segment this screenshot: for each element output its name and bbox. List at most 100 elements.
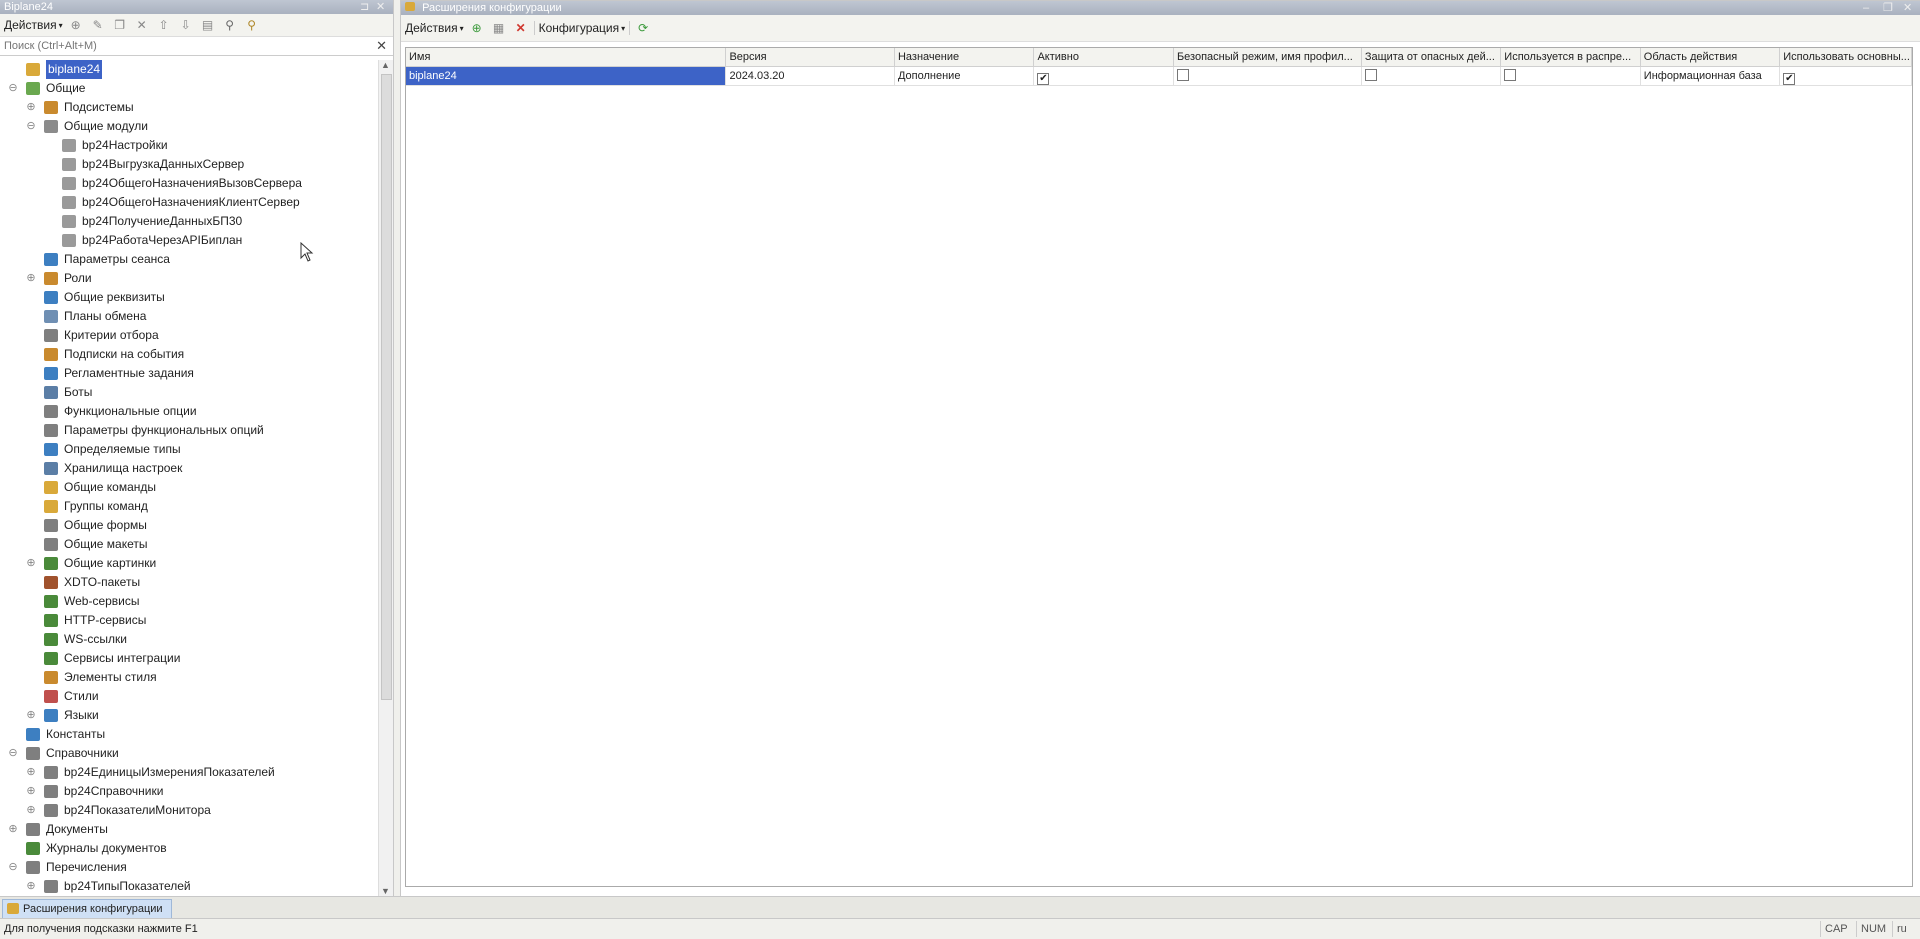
tree-item[interactable]: Регламентные задания: [0, 364, 380, 383]
tree-item[interactable]: Сервисы интеграции: [0, 649, 380, 668]
scroll-thumb[interactable]: [381, 74, 392, 700]
expand-icon[interactable]: ⊕: [26, 269, 36, 288]
window-close-icon[interactable]: ✕: [1903, 1, 1912, 15]
expand-icon[interactable]: ⊕: [26, 98, 36, 117]
tree-item[interactable]: ⊕ Документы: [0, 820, 380, 839]
clear-filter-icon[interactable]: ⚲: [243, 17, 261, 33]
tree-item[interactable]: ⊕ bp24ПоказателиМонитора: [0, 801, 380, 820]
tree-item[interactable]: Подписки на события: [0, 345, 380, 364]
scroll-down-icon[interactable]: ▼: [381, 886, 390, 896]
column-header[interactable]: Защита от опасных дей...: [1362, 48, 1502, 66]
tree-item[interactable]: bp24ОбщегоНазначенияВызовСервера: [0, 174, 380, 193]
tree-item[interactable]: bp24ПолучениеДанныхБП30: [0, 212, 380, 231]
scope-cell[interactable]: Информационная база: [1641, 67, 1781, 85]
move-up-icon[interactable]: ⇧: [155, 17, 173, 33]
column-header[interactable]: Версия: [726, 48, 895, 66]
checkbox-unchecked[interactable]: [1364, 69, 1377, 81]
search-input[interactable]: [0, 37, 366, 55]
collapse-icon[interactable]: ⊖: [8, 79, 18, 98]
tree-item[interactable]: Боты: [0, 383, 380, 402]
active-cell[interactable]: ✔: [1034, 67, 1174, 85]
tree-item[interactable]: Группы команд: [0, 497, 380, 516]
refresh-icon[interactable]: ⟳: [634, 20, 652, 36]
collapse-icon[interactable]: ⊖: [8, 858, 18, 877]
tree-item[interactable]: ⊖ Общие: [0, 79, 380, 98]
move-down-icon[interactable]: ⇩: [177, 17, 195, 33]
add-extension-icon[interactable]: ⊕: [468, 20, 486, 36]
tree-item[interactable]: Общие формы: [0, 516, 380, 535]
protection-cell[interactable]: [1362, 67, 1502, 85]
tree-item[interactable]: ⊕ bp24ЕдиницыИзмеренияПоказателей: [0, 763, 380, 782]
version-cell[interactable]: 2024.03.20: [726, 67, 895, 85]
tree-item[interactable]: XDTO-пакеты: [0, 573, 380, 592]
column-header[interactable]: Имя: [406, 48, 727, 66]
tree-item[interactable]: bp24РаботаЧерезAPIБиплан: [0, 231, 380, 250]
tree-item[interactable]: Общие реквизиты: [0, 288, 380, 307]
add-icon[interactable]: ⊕: [67, 17, 85, 33]
configuration-menu-button[interactable]: Конфигурация ▾: [539, 21, 626, 35]
minimize-icon[interactable]: –: [1863, 1, 1869, 15]
safe-mode-cell[interactable]: [1174, 67, 1362, 85]
column-header[interactable]: Безопасный режим, имя профил...: [1174, 48, 1362, 66]
tree-item[interactable]: ⊕ Подсистемы: [0, 98, 380, 117]
pin-icon[interactable]: ⊐: [360, 0, 369, 14]
properties-icon[interactable]: ▦: [490, 20, 508, 36]
edit-icon[interactable]: ✎: [89, 17, 107, 33]
tree-item[interactable]: Общие команды: [0, 478, 380, 497]
used-in-dist-cell[interactable]: [1501, 67, 1641, 85]
tree-item[interactable]: Журналы документов: [0, 839, 380, 858]
column-header[interactable]: Область действия: [1641, 48, 1781, 66]
tree-item[interactable]: bp24ОбщегоНазначенияКлиентСервер: [0, 193, 380, 212]
delete-extension-icon[interactable]: ✕: [512, 20, 530, 36]
tree-item[interactable]: Планы обмена: [0, 307, 380, 326]
checkbox-unchecked[interactable]: [1176, 69, 1189, 81]
filter-icon[interactable]: ⚲: [221, 17, 239, 33]
tree-item[interactable]: Параметры функциональных опций: [0, 421, 380, 440]
tree-item[interactable]: ⊕ Роли: [0, 269, 380, 288]
tree-item[interactable]: Хранилища настроек: [0, 459, 380, 478]
column-header[interactable]: Используется в распре...: [1501, 48, 1641, 66]
expand-icon[interactable]: ⊕: [26, 554, 36, 573]
tree-item[interactable]: Функциональные опции: [0, 402, 380, 421]
expand-icon[interactable]: ⊕: [26, 877, 36, 893]
scroll-up-icon[interactable]: ▲: [381, 60, 390, 70]
collapse-icon[interactable]: ⊖: [8, 744, 18, 763]
column-header[interactable]: Активно: [1034, 48, 1174, 66]
tree-item[interactable]: ⊖ Перечисления: [0, 858, 380, 877]
actions-menu-button[interactable]: Действия ▾: [4, 18, 63, 32]
tree-item[interactable]: Общие макеты: [0, 535, 380, 554]
tree-item[interactable]: Определяемые типы: [0, 440, 380, 459]
table-row[interactable]: biplane24 2024.03.20 Дополнение ✔ Информацио…: [406, 67, 1912, 86]
name-cell[interactable]: biplane24: [406, 67, 727, 85]
checkbox-checked[interactable]: ✔: [1783, 73, 1796, 85]
delete-icon[interactable]: ✕: [133, 17, 151, 33]
expand-icon[interactable]: ⊕: [26, 801, 36, 820]
collapse-icon[interactable]: ⊖: [26, 117, 36, 136]
tree-item[interactable]: Критерии отбора: [0, 326, 380, 345]
clear-search-icon[interactable]: ✕: [376, 38, 387, 54]
expand-icon[interactable]: ⊕: [26, 763, 36, 782]
tree-item[interactable]: biplane24: [0, 60, 380, 79]
copy-icon[interactable]: ❐: [111, 17, 129, 33]
column-header[interactable]: Назначение: [895, 48, 1035, 66]
tree-item[interactable]: ⊕ bp24ТипыПоказателей: [0, 877, 380, 893]
tree-item[interactable]: HTTP-сервисы: [0, 611, 380, 630]
taskbar-extensions-button[interactable]: Расширения конфигурации: [2, 899, 172, 919]
tree-item[interactable]: bp24ВыгрузкаДанныхСервер: [0, 155, 380, 174]
expand-icon[interactable]: ⊕: [26, 706, 36, 725]
tree-scrollbar[interactable]: ▲ ▼: [378, 60, 393, 896]
tree-item[interactable]: Элементы стиля: [0, 668, 380, 687]
tree-item[interactable]: ⊖ Общие модули: [0, 117, 380, 136]
tree-item[interactable]: Стили: [0, 687, 380, 706]
tree-item[interactable]: ⊕ bp24Справочники: [0, 782, 380, 801]
tree-item[interactable]: Константы: [0, 725, 380, 744]
tree-item[interactable]: ⊕ Общие картинки: [0, 554, 380, 573]
tree-item[interactable]: bp24Настройки: [0, 136, 380, 155]
use-main-cell[interactable]: ✔: [1780, 67, 1912, 85]
tree-item[interactable]: ⊖ Справочники: [0, 744, 380, 763]
checkbox-unchecked[interactable]: [1504, 69, 1517, 81]
sort-icon[interactable]: ▤: [199, 17, 217, 33]
tree-item[interactable]: Параметры сеанса: [0, 250, 380, 269]
tree-item[interactable]: WS-ссылки: [0, 630, 380, 649]
column-header[interactable]: Использовать основны...: [1780, 48, 1912, 66]
